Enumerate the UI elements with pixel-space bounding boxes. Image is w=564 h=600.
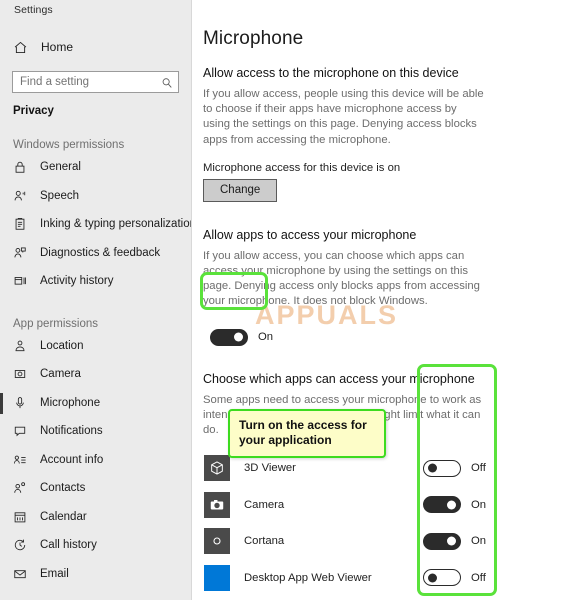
app-toggle-label: Off [471,571,486,584]
search-icon [161,76,173,88]
app-name: Desktop App Web Viewer [244,571,372,584]
app-name: Camera [244,498,285,511]
apps-access-toggle-row[interactable]: On [210,328,564,346]
toggle-knob [234,332,243,342]
sidebar-item-speech-label: Speech [40,189,80,202]
sidebar-item-general[interactable]: General [0,153,192,182]
table-row[interactable]: Cortana On [203,523,564,560]
apps-access-description: If you allow access, you can choose whic… [203,249,480,308]
sidebar-item-calendar[interactable]: Calendar [0,503,192,532]
sidebar-item-email[interactable]: Email [0,560,192,589]
page-title: Microphone [203,28,304,49]
sidebar-item-contacts[interactable]: Contacts [0,474,192,503]
activity-history-icon [12,273,28,289]
app-toggle-label: Off [471,462,486,475]
sidebar-item-inking-typing-personalization[interactable]: Inking & typing personalization [0,210,192,239]
app-toggle-row[interactable]: On [423,532,487,550]
app-toggle-label: On [471,498,487,511]
account-info-icon [12,452,28,468]
main-content: Microphone Allow access to the microphon… [192,0,564,600]
sidebar-item-camera[interactable]: Camera [0,360,192,389]
device-access-description: If you allow access, people using this d… [203,88,484,146]
app-toggle-row[interactable]: Off [423,569,486,587]
envelope-icon [12,566,28,582]
search-input[interactable] [13,72,178,92]
toggle-knob [428,463,437,473]
app-name: 3D Viewer [244,462,296,475]
device-access-status: Microphone access for this device is on [203,161,401,174]
call-history-icon [12,537,28,553]
search-container [0,62,192,93]
calendar-icon [12,509,28,525]
apps-access-heading: Allow apps to access your microphone [203,227,417,242]
app-toggle[interactable] [423,496,461,514]
web-viewer-icon [204,564,230,591]
home-icon [12,39,28,55]
device-access-heading: Allow access to the microphone on this d… [203,66,459,80]
sidebar-item-call-history[interactable]: Call history [0,531,192,560]
app-toggle-row[interactable]: On [423,496,487,514]
sidebar-item-camera-label: Camera [40,368,81,381]
cube-icon [204,455,230,482]
toggle-knob [447,500,456,510]
sidebar-item-notifications-label: Notifications [40,425,103,438]
location-pin-icon [12,338,28,354]
table-row[interactable]: Desktop App Web Viewer Off [203,560,564,597]
contacts-icon [12,480,28,496]
table-row[interactable]: Feedback Hub On [203,596,564,600]
sidebar-item-contacts-label: Contacts [40,482,86,495]
sidebar: Settings Home Privacy Windows permission… [0,0,192,600]
sidebar-item-diagnostics-feedback[interactable]: Diagnostics & feedback [0,239,192,268]
app-toggle-label: On [471,535,487,548]
sidebar-item-location-label: Location [40,339,84,352]
sidebar-item-inking-typing-personalization-label: Inking & typing personalization [40,218,192,231]
notification-bubble-icon [12,423,28,439]
table-row[interactable]: Camera On [203,487,564,524]
sidebar-item-home-label: Home [41,40,74,54]
sidebar-category-title: Privacy [13,105,54,117]
apps-access-toggle[interactable] [210,328,248,346]
sidebar-item-email-label: Email [40,567,69,580]
window-title: Settings [14,4,53,16]
camera-icon [12,366,28,382]
app-toggle[interactable] [423,532,461,550]
sidebar-item-speech[interactable]: Speech [0,182,192,211]
toggle-knob [428,573,437,583]
camera-app-icon [204,491,230,518]
change-button[interactable]: Change [203,178,278,202]
sidebar-item-home[interactable]: Home [0,32,192,62]
clipboard-pen-icon [12,216,28,232]
choose-apps-heading: Choose which apps can access your microp… [203,371,475,386]
search-box[interactable] [12,71,179,93]
lock-icon [12,159,28,175]
sidebar-item-microphone[interactable]: Microphone [0,389,192,418]
sidebar-item-activity-history-label: Activity history [40,275,114,288]
sidebar-item-account-info[interactable]: Account info [0,446,192,475]
sidebar-group-label-windows-permissions: Windows permissions [13,139,125,151]
cortana-circle-icon [204,528,230,555]
sidebar-item-microphone-label: Microphone [40,396,101,409]
app-toggle[interactable] [423,569,461,587]
sidebar-item-notifications[interactable]: Notifications [0,417,192,446]
sidebar-item-calendar-label: Calendar [40,510,87,523]
app-name: Cortana [244,535,285,548]
sidebar-item-call-history-label: Call history [40,539,97,552]
sidebar-item-location[interactable]: Location [0,332,192,361]
app-toggle[interactable] [423,459,461,477]
annotation-callout: Turn on the access for your application [228,409,386,458]
speech-person-icon [12,188,28,204]
settings-window: Settings Home Privacy Windows permission… [0,0,564,600]
app-toggle-row[interactable]: Off [423,459,486,477]
toggle-knob [447,536,456,546]
microphone-icon [12,395,28,411]
app-list: 3D Viewer Off Camera On Cortana On Deskt… [203,450,564,600]
sidebar-item-diagnostics-feedback-label: Diagnostics & feedback [40,246,161,259]
sidebar-item-account-info-label: Account info [40,453,104,466]
apps-access-toggle-label: On [258,331,274,344]
sidebar-item-general-label: General [40,161,81,174]
sidebar-item-activity-history[interactable]: Activity history [0,267,192,296]
sidebar-group-label-app-permissions: App permissions [13,317,99,330]
diagnostics-person-icon [12,245,28,261]
